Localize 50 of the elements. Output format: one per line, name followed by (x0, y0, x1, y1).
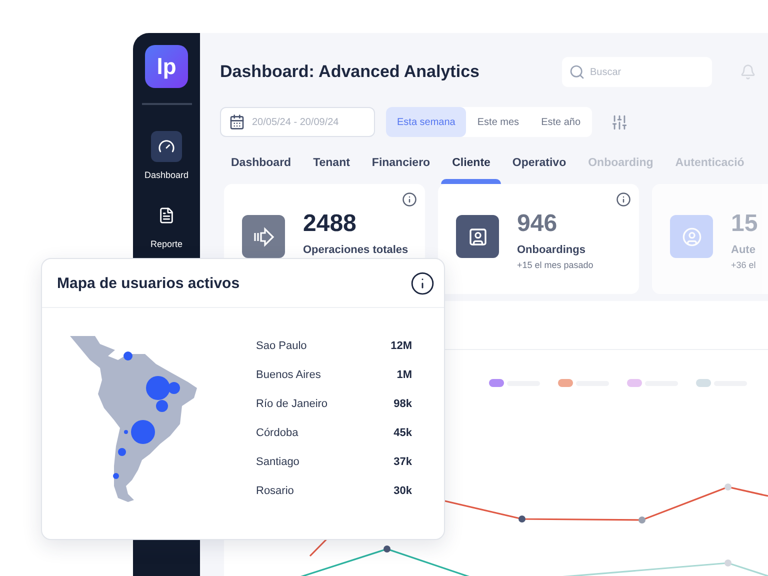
city-name: Buenos Aires (256, 369, 321, 383)
stat-value: 15 (731, 212, 758, 236)
city-value: 37k (394, 456, 412, 470)
city-name: Rosario (256, 485, 294, 499)
city-value: 12M (390, 340, 412, 354)
stat-label: Aute (731, 244, 756, 256)
city-name: Córdoba (256, 427, 298, 441)
city-name: Sao Paulo (256, 340, 307, 354)
chart-point (724, 560, 732, 566)
sidebar-item[interactable] (151, 131, 182, 162)
card-title: Mapa de usuarios activos (57, 274, 240, 292)
info-icon[interactable] (402, 192, 417, 207)
search-field[interactable]: Buscar (562, 57, 712, 87)
user-frame-icon (468, 226, 488, 246)
chart-point (724, 484, 732, 490)
tab[interactable]: Operativo (501, 148, 578, 184)
sliders-icon[interactable] (610, 114, 628, 130)
arrow-icon (252, 226, 274, 246)
chart-point (384, 546, 390, 552)
app-logo[interactable]: lp (145, 45, 188, 88)
page-title: Dashboard: Advanced Analytics (220, 62, 480, 82)
tab[interactable]: Financiero (360, 148, 442, 184)
sidebar-label[interactable]: Dashboard (144, 170, 189, 180)
city-value: 1M (396, 369, 412, 383)
city-name: Santiago (256, 456, 300, 470)
stat-value: 2488 (303, 212, 358, 236)
city-value: 45k (394, 427, 412, 441)
sidebar-label[interactable]: Reporte (150, 239, 183, 249)
city-name: Río de Janeiro (256, 398, 328, 412)
gauge-icon (158, 138, 175, 155)
stat-note: +36 el (731, 260, 757, 270)
chart-point (518, 516, 526, 522)
tab[interactable]: Cliente (441, 148, 502, 184)
period-button[interactable]: Este año (530, 107, 592, 137)
stat-label: Operaciones totales (303, 244, 408, 256)
city-value: 98k (394, 398, 412, 412)
tab[interactable]: Tenant (302, 148, 361, 184)
tab[interactable]: Dashboard (220, 148, 302, 184)
stat-value: 946 (517, 212, 558, 236)
period-button[interactable]: Este mes (466, 107, 530, 137)
document-icon (158, 207, 175, 224)
chart-point (638, 516, 646, 524)
user-icon (682, 226, 702, 246)
stat-note: +15 el mes pasado (517, 260, 594, 270)
info-icon[interactable] (616, 192, 631, 207)
city-value: 30k (394, 485, 412, 499)
search-icon (569, 64, 585, 80)
calendar-icon (229, 114, 245, 130)
stat-label: Onboardings (517, 244, 586, 256)
info-icon[interactable] (410, 270, 435, 296)
